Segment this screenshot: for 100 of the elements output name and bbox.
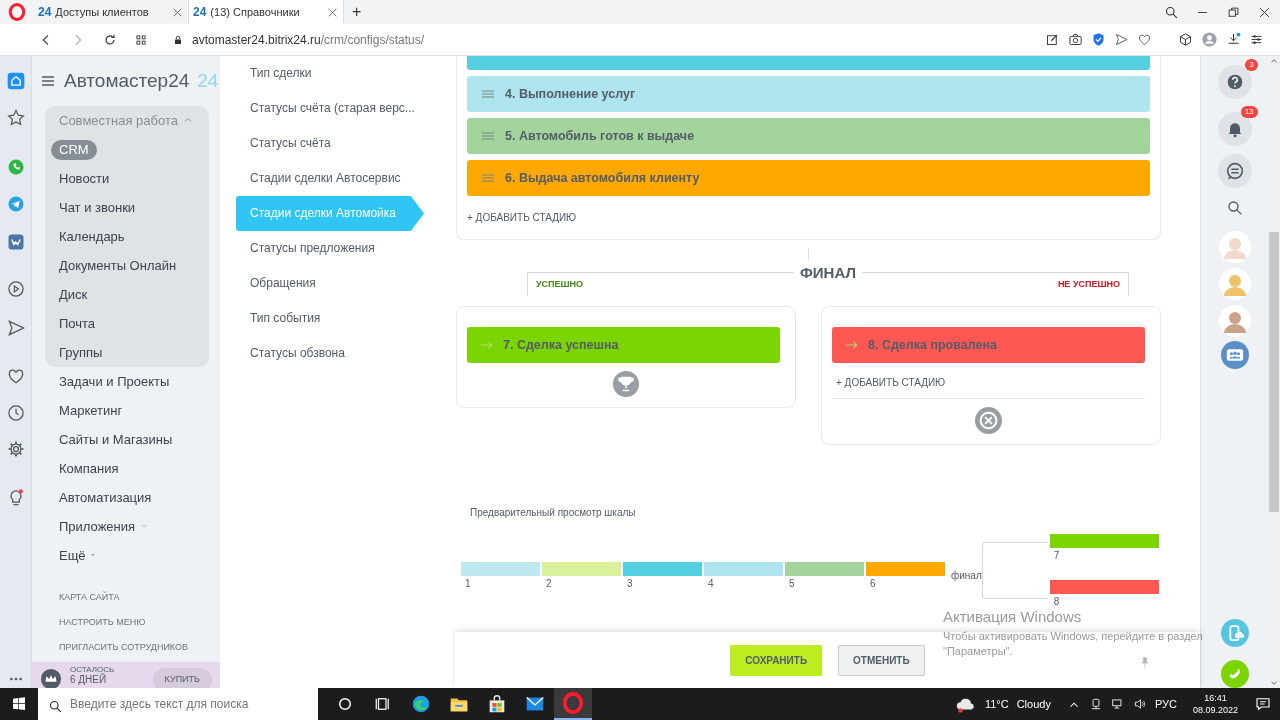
failure-label: НЕ УСПЕШНО: [1057, 277, 1120, 291]
activation-title: Активация Windows: [943, 607, 1083, 627]
stage-bar[interactable]: 4. Выполнение услуг: [467, 76, 1150, 112]
scale-number: 4: [707, 577, 715, 591]
scale-number: 2: [545, 577, 553, 591]
start-icon[interactable]: [11, 696, 27, 712]
download-icon[interactable]: [1226, 32, 1241, 47]
heart-icon[interactable]: [1137, 32, 1152, 47]
clock-time[interactable]: 16:41: [1204, 692, 1227, 704]
shield-icon[interactable]: [1091, 32, 1106, 47]
browser-logo[interactable]: [8, 3, 26, 21]
cross-circle-icon: [975, 407, 1002, 434]
scale-number: 7: [1052, 549, 1061, 563]
scale-number: 5: [788, 577, 796, 591]
language-indicator[interactable]: РУС: [1154, 695, 1177, 713]
menu-item[interactable]: Группы: [59, 344, 103, 360]
tab-title: Доступы клиентов: [55, 4, 149, 20]
portal-logo: 24: [197, 68, 219, 93]
menu-item[interactable]: Почта: [59, 315, 96, 331]
weather-text: Cloudy: [1016, 696, 1051, 712]
browser-icon: [562, 692, 584, 714]
new-tab-button[interactable]: +: [352, 0, 362, 24]
menu-item[interactable]: Задачи и Проекты: [59, 366, 170, 396]
settings-nav-item[interactable]: Статусы предложения: [250, 241, 375, 255]
menu-item[interactable]: Приложения: [59, 511, 150, 541]
send-icon[interactable]: [5, 317, 26, 338]
lock-icon: [172, 33, 184, 46]
settings-icon[interactable]: [1249, 32, 1264, 47]
restore-icon[interactable]: [1226, 4, 1241, 20]
send-icon[interactable]: [1114, 32, 1129, 47]
search-icon[interactable]: [1164, 4, 1179, 20]
favicon: 24: [38, 4, 52, 21]
scrollbar-thumb[interactable]: [1269, 232, 1280, 512]
scale-number: 1: [464, 577, 472, 591]
add-stage-link[interactable]: + ДОБАВИТЬ СТАДИЮ: [836, 375, 946, 390]
chat-button[interactable]: [1217, 154, 1252, 188]
trial-days: 6 ДНЕЙ: [70, 675, 115, 685]
tab-title: (13) Справочники: [210, 4, 300, 20]
preview-title: Предварительный просмотр шкалы: [470, 506, 637, 520]
tabs-grid-icon[interactable]: [134, 32, 148, 47]
crown-icon: [40, 668, 62, 688]
search-icon: [48, 699, 63, 715]
settings-nav-item[interactable]: Статусы счёта (старая верс...: [250, 101, 415, 115]
clock-icon[interactable]: [5, 403, 26, 424]
notifications-button[interactable]: [1217, 112, 1252, 146]
menu-item[interactable]: Ещё: [59, 540, 98, 570]
trial-caption: ОСТАЛОСЬ: [70, 665, 115, 674]
menu-item[interactable]: Сайты и Магазины: [59, 424, 173, 454]
settings-nav-item[interactable]: Обращения: [250, 276, 316, 290]
settings-nav-item[interactable]: Тип сделки: [250, 66, 312, 80]
menu-item[interactable]: Диск: [59, 286, 88, 302]
stage-bar[interactable]: 7. Сделка успешна: [467, 327, 780, 363]
scale-number: 6: [869, 577, 877, 591]
settings-nav-item[interactable]: Статусы обзвона: [250, 346, 345, 360]
address-bar[interactable]: avtomaster24.bitrix24.ru/crm/configs/status/: [192, 29, 425, 50]
stage-bar[interactable]: 5. Автомобиль готов к выдаче: [467, 118, 1150, 154]
buy-button[interactable]: КУПИТЬ: [152, 668, 212, 688]
menu-item[interactable]: Новости: [59, 170, 110, 186]
add-stage-link[interactable]: + ДОБАВИТЬ СТАДИЮ: [467, 210, 577, 225]
scale-number: 3: [626, 577, 634, 591]
camera-icon[interactable]: [1068, 32, 1083, 47]
menu-item[interactable]: Чат и звонки: [59, 199, 136, 215]
player-icon[interactable]: [5, 279, 26, 300]
search-icon[interactable]: [1225, 198, 1244, 217]
favicon: 24: [193, 4, 207, 21]
task-view-icon[interactable]: [374, 695, 392, 713]
clock-date[interactable]: 08.09.2022: [1192, 704, 1238, 716]
browser-icon: [410, 693, 432, 715]
notifications-icon[interactable]: [1254, 695, 1272, 713]
cancel-button[interactable]: ОТМЕНИТЬ: [838, 644, 925, 676]
final-label: финал: [951, 569, 982, 583]
menu-item[interactable]: Документы Онлайн: [59, 257, 177, 273]
temperature: 11°C: [984, 696, 1009, 712]
menu-link[interactable]: ПРИГЛАСИТЬ СОТРУДНИКОВ: [59, 642, 189, 652]
help-button[interactable]: [1217, 65, 1252, 99]
save-button[interactable]: СОХРАНИТЬ: [730, 644, 823, 676]
cube-icon[interactable]: [1178, 32, 1193, 47]
group-chat-icon[interactable]: [1220, 340, 1249, 369]
menu-item[interactable]: Автоматизация: [59, 482, 152, 512]
edit-icon[interactable]: [1045, 32, 1060, 47]
stage-bar[interactable]: 6. Выдача автомобиля клиенту: [467, 160, 1150, 196]
user-icon[interactable]: [1201, 31, 1218, 48]
settings-nav-item[interactable]: Статусы счёта: [250, 136, 331, 150]
menu-item[interactable]: Календарь: [59, 228, 125, 244]
trophy-icon: [613, 371, 639, 397]
cortana-icon[interactable]: [336, 695, 354, 713]
network-icon[interactable]: [1110, 697, 1125, 711]
home-icon[interactable]: [5, 70, 26, 91]
portal-title: Автомастер24: [64, 68, 190, 93]
menu-link[interactable]: НАСТРОИТЬ МЕНЮ: [59, 617, 146, 627]
settings-nav-item[interactable]: Тип события: [250, 311, 321, 325]
volume-icon[interactable]: [1132, 697, 1147, 711]
count-badge: 3: [1245, 59, 1258, 71]
scale-number: 8: [1052, 595, 1061, 609]
menu-item[interactable]: Маркетинг: [59, 395, 123, 425]
taskbar-search-field[interactable]: Введите здесь текст для поиска: [38, 688, 318, 720]
settings-nav-item[interactable]: Стадии сделки Автосервис: [250, 171, 401, 185]
menu-link[interactable]: КАРТА САЙТА: [59, 592, 120, 602]
browser-tab[interactable]: 24 (13) Справочники: [189, 0, 344, 24]
menu-item[interactable]: Компания: [59, 453, 119, 483]
